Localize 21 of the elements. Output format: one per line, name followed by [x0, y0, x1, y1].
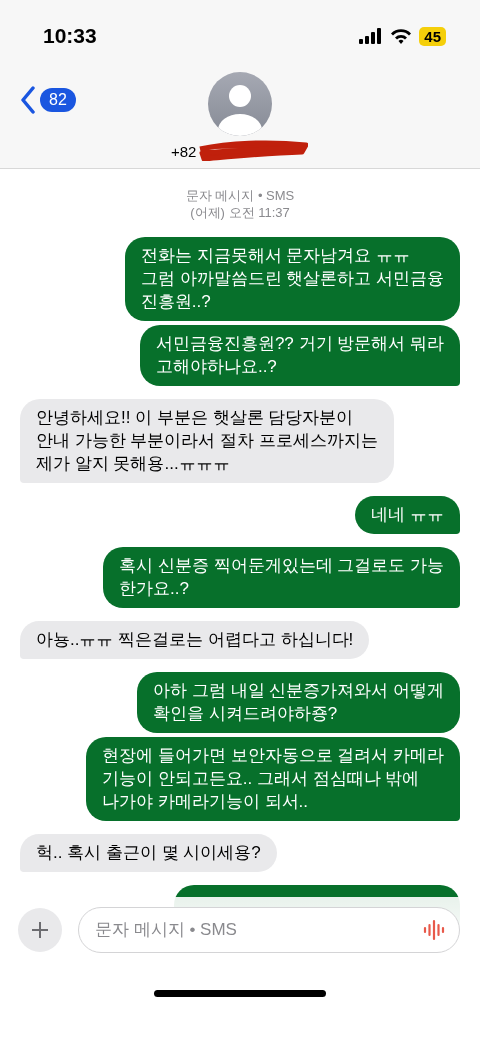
plus-icon: [31, 921, 49, 939]
sent-message-bubble: 네네 ㅠㅠ: [355, 496, 460, 534]
sent-message-bubble: 전화는 지금못해서 문자남겨요 ㅠㅠ 그럼 아까말씀드린 햇살론하고 서민금융 진흥원..?: [124, 237, 460, 321]
received-message-bubble: 헉.. 혹시 출근이 몇 시이세용?: [20, 834, 277, 872]
contact-number[interactable]: +82: [171, 143, 197, 160]
message-input-field[interactable]: 문자 메시지 • SMS: [78, 907, 460, 953]
message-timestamp: (어제) 오전 11:37: [190, 204, 290, 221]
received-message-bubble: 아뇽..ㅠㅠ 찍은걸로는 어렵다고 하십니다!: [20, 621, 370, 659]
sent-message-bubble: 현장에 들어가면 보안자동으로 걸려서 카메라 기능이 안되고든요.. 그래서 점심때나 밖에 나가야 카메라기능이 되서..: [86, 737, 460, 821]
signal-icon: [359, 28, 384, 44]
wifi-icon: [390, 28, 413, 44]
back-chevron-icon: [20, 86, 36, 114]
received-message-bubble: 안녕하세요!! 이 부분은 햇살론 담당자분이 안내 가능한 부분이라서 절차 프로세스까지는 제가 알지 못해용...ㅠㅠㅠ: [20, 399, 394, 483]
service-label: 문자 메시지 • SMS: [185, 187, 295, 204]
sent-message-bubble: 아하 그럼 내일 신분증가져와서 어떻게 확인을 시켜드려야하죵?: [137, 672, 460, 733]
sent-message-bubble: 혹시 신분증 찍어둔게있는데 그걸로도 가능 한가요..?: [103, 547, 460, 608]
add-attachment-button[interactable]: [18, 908, 62, 952]
battery-level: 45: [419, 26, 446, 46]
clock-time: 10:33: [43, 24, 97, 48]
sent-message-bubble: 서민금융진흥원?? 거기 방문해서 뭐라 고해야하나요..?: [139, 325, 460, 386]
audio-waveform-icon[interactable]: [422, 918, 446, 942]
